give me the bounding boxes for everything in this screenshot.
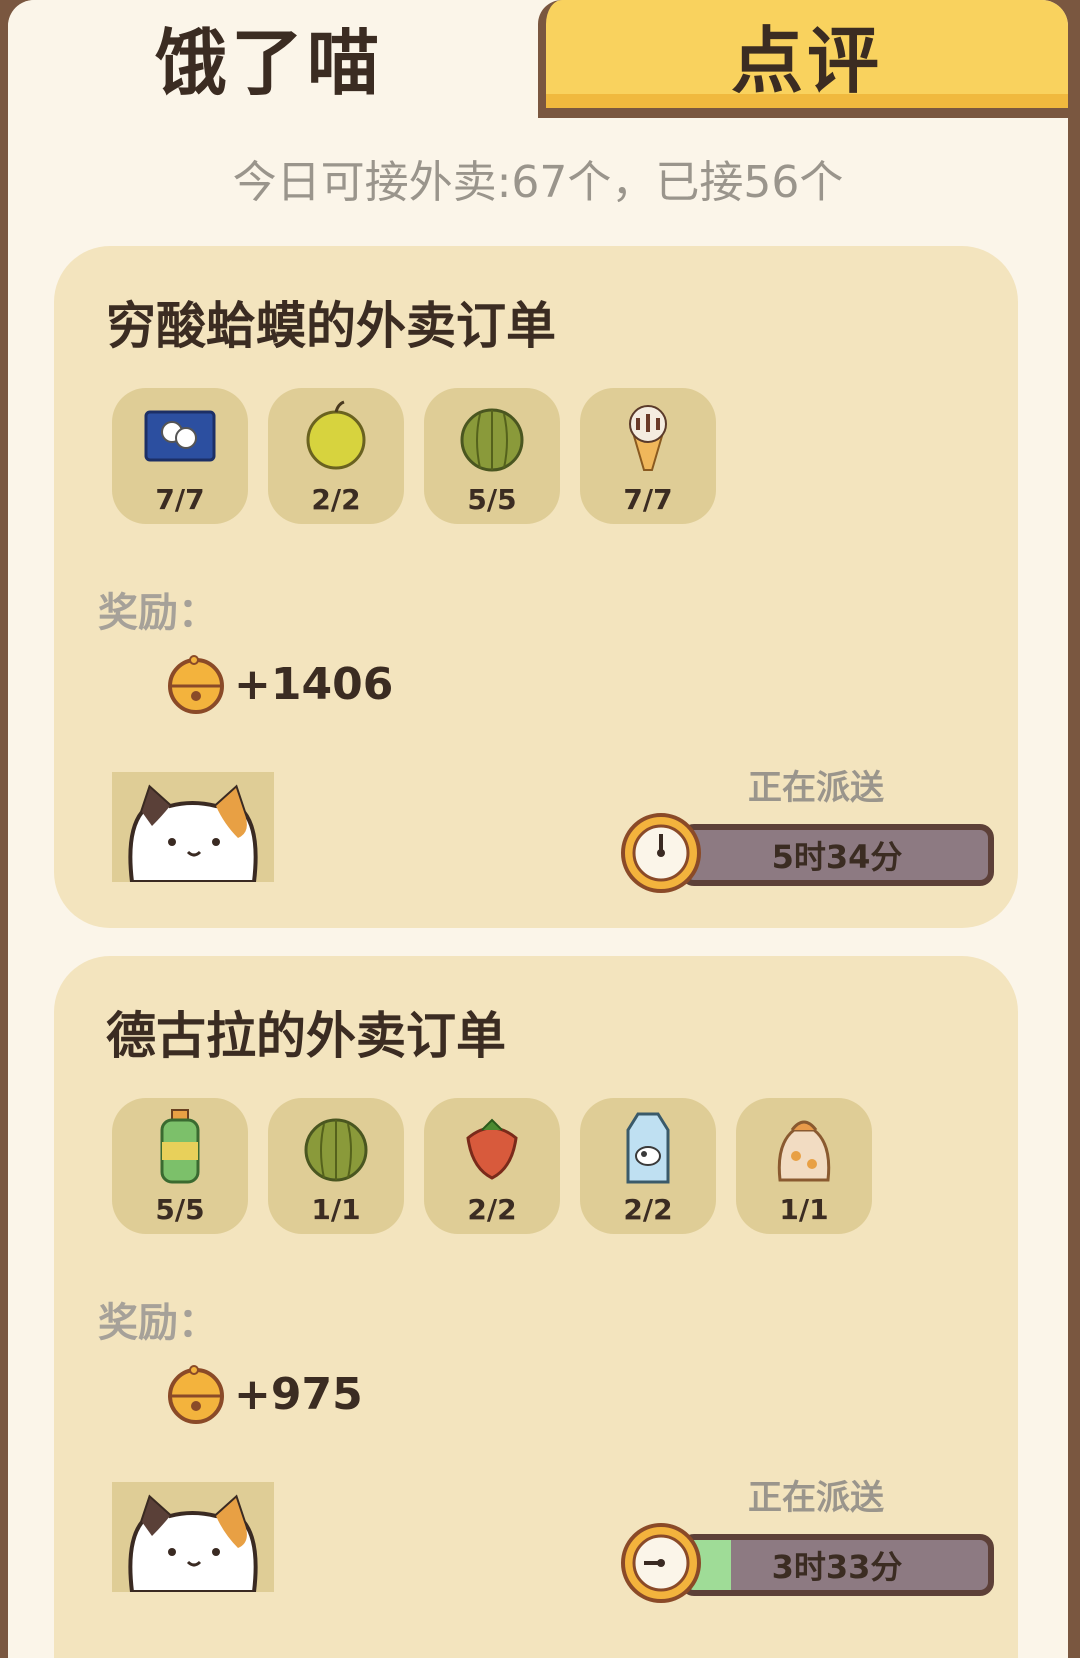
order-items: 5/5 1/1 2/2 2/2 1/1 — [112, 1098, 872, 1234]
tab-eleme[interactable]: 饿了喵 — [8, 0, 530, 112]
item-count: 7/7 — [623, 483, 673, 516]
item-count: 5/5 — [467, 483, 517, 516]
order-item[interactable]: 1/1 — [736, 1098, 872, 1234]
order-item[interactable]: 2/2 — [580, 1098, 716, 1234]
order-items: 7/7 2/2 5/5 7/7 — [112, 388, 716, 524]
delivery-status: 正在派送 — [748, 768, 884, 808]
order-item[interactable]: 5/5 — [424, 388, 560, 524]
melon-icon — [460, 408, 524, 472]
order-item[interactable]: 7/7 — [580, 388, 716, 524]
reward: +1406 — [164, 652, 393, 716]
bell-coin-icon — [168, 1365, 224, 1424]
order-item[interactable]: 5/5 — [112, 1098, 248, 1234]
pear-icon — [306, 400, 366, 470]
order-card: 德古拉的外卖订单 5/5 1/1 2/2 2/2 1/1 奖励： +975 正在… — [54, 956, 1018, 1658]
cat-avatar-icon — [128, 784, 258, 882]
milk-carton-icon — [626, 1112, 670, 1184]
clock-icon — [621, 1523, 701, 1603]
ice-cream-icon — [629, 405, 667, 471]
candy-bag-icon — [777, 1120, 831, 1182]
cat-avatar-icon — [128, 1494, 258, 1592]
delivery-panel: 饿了喵 点评 今日可接外卖:67个，已接56个 穷酸蛤蟆的外卖订单 7/7 2/… — [8, 0, 1068, 1658]
daily-order-summary: 今日可接外卖:67个，已接56个 — [232, 157, 844, 208]
order-card: 穷酸蛤蟆的外卖订单 7/7 2/2 5/5 7/7 奖励： +1406 正在派送… — [54, 246, 1018, 928]
reward-label: 奖励： — [98, 590, 218, 636]
strawberry-icon — [466, 1118, 518, 1180]
item-count: 2/2 — [311, 483, 361, 516]
order-item[interactable]: 7/7 — [112, 388, 248, 524]
order-item[interactable]: 2/2 — [424, 1098, 560, 1234]
item-count: 7/7 — [155, 483, 205, 516]
item-count: 5/5 — [155, 1193, 205, 1226]
order-title: 穷酸蛤蟆的外卖订单 — [106, 297, 556, 355]
item-count: 1/1 — [779, 1193, 829, 1226]
time-remaining: 5时34分 — [771, 838, 903, 876]
item-count: 2/2 — [623, 1193, 673, 1226]
item-count: 2/2 — [467, 1193, 517, 1226]
reward-amount: +1406 — [234, 658, 394, 710]
tab-review[interactable]: 点评 — [538, 0, 1068, 118]
reward: +975 — [164, 1362, 363, 1426]
order-title: 德古拉的外卖订单 — [106, 1007, 506, 1065]
order-item[interactable]: 2/2 — [268, 388, 404, 524]
delivery-status: 正在派送 — [748, 1478, 884, 1518]
bell-coin-icon — [168, 655, 224, 714]
delivery-progress-bar: 3时33分 — [680, 1534, 994, 1596]
item-count: 1/1 — [311, 1193, 361, 1226]
melon-icon — [304, 1118, 368, 1182]
courier-avatar — [112, 1482, 274, 1592]
time-remaining: 3时33分 — [771, 1548, 903, 1586]
courier-avatar — [112, 772, 274, 882]
juice-bottle-icon — [160, 1109, 200, 1184]
order-item[interactable]: 1/1 — [268, 1098, 404, 1234]
reward-label: 奖励： — [98, 1300, 218, 1346]
reward-amount: +975 — [234, 1368, 363, 1420]
clock-icon — [621, 813, 701, 893]
delivery-progress-bar: 5时34分 — [680, 824, 994, 886]
dumpling-tray-icon — [144, 410, 216, 462]
